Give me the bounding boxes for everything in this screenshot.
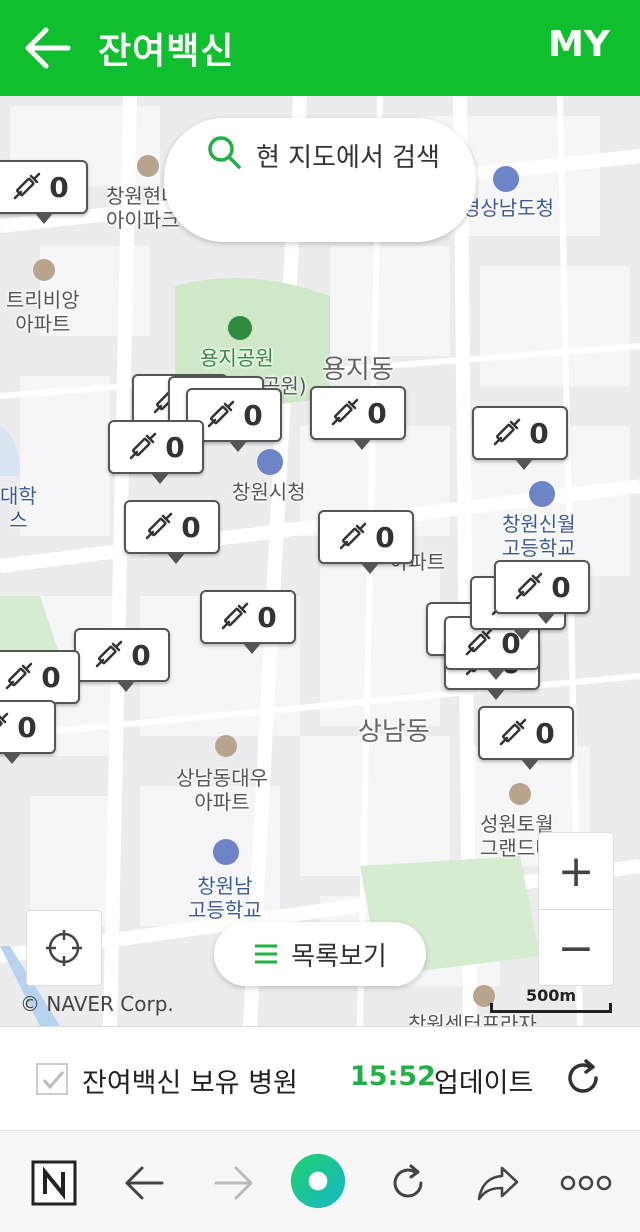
- check-icon: [42, 1071, 65, 1090]
- vaccine-count: 0: [375, 520, 395, 554]
- current-location-button[interactable]: [26, 910, 102, 986]
- syringe-icon: [208, 400, 235, 428]
- vaccine-marker[interactable]: 0: [74, 628, 170, 692]
- share-button[interactable]: [470, 1155, 526, 1211]
- update-label: 업데이트: [434, 1068, 534, 1099]
- vaccine-count: 0: [551, 570, 571, 604]
- syringe-icon: [96, 640, 123, 668]
- vaccine-count: 0: [165, 430, 185, 464]
- list-view-label: 목록보기: [291, 941, 387, 972]
- vaccine-marker[interactable]: 0: [0, 650, 80, 714]
- arrow-right-icon: [214, 1166, 253, 1200]
- browser-back-button[interactable]: [116, 1155, 172, 1211]
- map-copyright: © NAVER Corp.: [20, 992, 174, 1016]
- syringe-icon: [14, 172, 41, 200]
- vaccine-marker[interactable]: 0: [0, 160, 88, 224]
- vaccine-count: 0: [181, 510, 201, 544]
- vaccine-marker[interactable]: 0: [494, 560, 590, 624]
- vaccine-hospital-checkbox[interactable]: [36, 1063, 68, 1095]
- list-view-button[interactable]: 목록보기: [214, 922, 426, 986]
- app-header: 잔여백신 MY: [0, 0, 640, 96]
- vaccine-marker[interactable]: 0: [310, 386, 406, 450]
- browser-nav-bar: [0, 1130, 640, 1232]
- more-icon: [560, 1175, 612, 1191]
- syringe-icon: [6, 662, 33, 690]
- poi-label: 대학 스: [0, 484, 37, 532]
- more-menu-button[interactable]: [558, 1155, 614, 1211]
- map-scale: 500m: [490, 986, 612, 1013]
- update-time: 15:52: [350, 1061, 436, 1092]
- vaccine-marker[interactable]: 0: [472, 406, 568, 470]
- browser-forward-button[interactable]: [206, 1155, 262, 1211]
- poi-label: 창원시청: [232, 480, 306, 504]
- syringe-icon: [130, 432, 157, 460]
- checkbox-label: 잔여백신 보유 병원: [82, 1068, 298, 1099]
- syringe-icon: [500, 718, 527, 746]
- arrow-left-icon: [125, 1166, 164, 1200]
- poi-label: 창원센터프라자: [408, 1012, 537, 1026]
- syringe-icon: [494, 418, 521, 446]
- map-view[interactable]: 창원현대 아이파크 경상남도청 트리비앙 아파트 용지공원 공원) 용지동 창원시청…: [0, 96, 640, 1026]
- browser-reload-button[interactable]: [380, 1155, 436, 1211]
- vaccine-marker[interactable]: 0: [318, 510, 414, 574]
- syringe-icon: [0, 712, 9, 737]
- my-button[interactable]: MY: [548, 24, 610, 65]
- syringe-icon: [340, 522, 367, 550]
- zoom-controls: + −: [538, 832, 614, 986]
- vaccine-count: 0: [367, 396, 387, 430]
- poi-label: 트리비앙 아파트: [6, 288, 80, 336]
- poi-label: 상남동대우 아파트: [176, 766, 268, 814]
- poi-label: 경상남도청: [462, 196, 554, 220]
- syringe-icon: [516, 572, 543, 600]
- vaccine-count: 0: [257, 600, 277, 634]
- vaccine-count: 0: [243, 398, 263, 432]
- syringe-icon: [222, 602, 249, 630]
- search-this-area-button[interactable]: 현 지도에서 검색: [164, 118, 476, 242]
- page-title: 잔여백신: [98, 31, 235, 72]
- naver-logo-icon: [31, 1160, 77, 1206]
- zoom-out-button[interactable]: −: [539, 910, 613, 986]
- vaccine-marker[interactable]: 0: [124, 500, 220, 564]
- poi-label: 용지공원: [200, 346, 274, 370]
- status-bar: 잔여백신 보유 병원 15:52 업데이트: [0, 1026, 640, 1130]
- zoom-in-button[interactable]: +: [539, 833, 613, 909]
- share-icon: [477, 1166, 519, 1201]
- locate-icon: [46, 930, 82, 966]
- list-icon: [255, 944, 278, 964]
- naver-home-button[interactable]: [26, 1155, 82, 1211]
- area-label: 용지동: [322, 355, 394, 385]
- syringe-icon: [466, 628, 493, 656]
- vaccine-count: 0: [131, 638, 151, 672]
- vaccine-marker[interactable]: 0: [0, 700, 56, 764]
- green-dot-button[interactable]: [290, 1153, 346, 1209]
- search-icon: [208, 136, 241, 169]
- vaccine-count: 0: [535, 716, 555, 750]
- vaccine-count: 0: [17, 710, 37, 744]
- syringe-icon: [146, 512, 173, 540]
- area-label: 상남동: [358, 717, 430, 747]
- vaccine-count: 0: [49, 170, 69, 204]
- syringe-icon: [332, 398, 359, 426]
- search-label: 현 지도에서 검색: [256, 143, 440, 173]
- green-dot-icon: [290, 1153, 346, 1209]
- vaccine-marker[interactable]: 0: [478, 706, 574, 770]
- vaccine-marker[interactable]: 0: [200, 590, 296, 654]
- poi-label: 창원신월 고등학교: [502, 512, 576, 560]
- reload-icon: [393, 1164, 423, 1198]
- poi-label: 창원남 고등학교: [188, 874, 262, 922]
- vaccine-marker[interactable]: 0: [108, 420, 204, 484]
- back-arrow-icon[interactable]: [24, 26, 72, 70]
- vaccine-count: 0: [529, 416, 549, 450]
- vaccine-count: 0: [41, 660, 61, 694]
- refresh-icon[interactable]: [562, 1057, 604, 1099]
